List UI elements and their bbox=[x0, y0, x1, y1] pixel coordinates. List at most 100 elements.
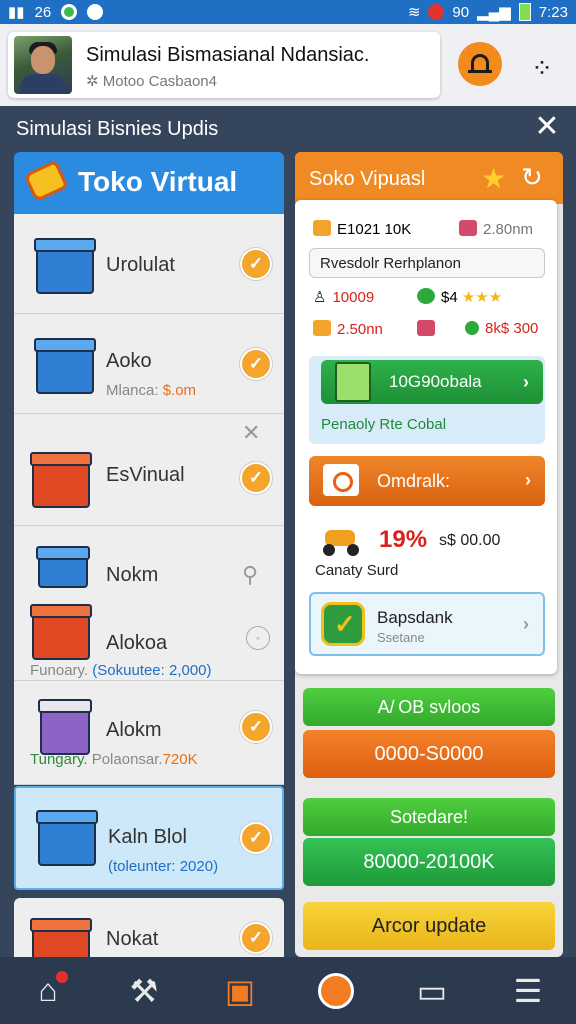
item-name: Alokm bbox=[106, 719, 162, 741]
alarm-icon bbox=[428, 4, 445, 20]
box-icon bbox=[36, 810, 98, 866]
wrench-icon: ⚒ bbox=[129, 972, 159, 1009]
stat-rating: $4 ★★★ bbox=[417, 288, 502, 306]
boost-section: 10G90obala › Penaoly Rte Cobal bbox=[309, 356, 545, 444]
stat-customers: ♙ 10009 bbox=[313, 289, 375, 306]
stat-box bbox=[417, 320, 441, 338]
box-icon bbox=[38, 699, 92, 755]
store-list[interactable]: Urolulat ✓ Aoko Mlanca: $.om ✓ EsVinual … bbox=[14, 214, 284, 957]
home-icon: ⌂ bbox=[38, 972, 58, 1008]
list-item[interactable]: Nokat ✓ bbox=[14, 898, 284, 957]
item-name: Urolulat bbox=[106, 254, 175, 276]
pin-icon[interactable]: ⚲ bbox=[242, 562, 258, 588]
store-panel: Toko Virtual Urolulat ✓ Aoko Mlanca: $.o… bbox=[14, 152, 284, 957]
item-name: Nokm bbox=[106, 564, 159, 586]
status-time: 7:23 bbox=[538, 3, 568, 21]
box-icon: ▣ bbox=[224, 972, 256, 1009]
check-icon[interactable]: ✓ bbox=[240, 822, 272, 854]
tools-button[interactable]: ⚒ bbox=[116, 963, 172, 1019]
box-icon bbox=[36, 546, 90, 588]
item-name: EsVinual bbox=[106, 464, 185, 486]
panel-title: Simulasi Bisnies Updis bbox=[16, 118, 219, 140]
store-header: Toko Virtual bbox=[14, 152, 284, 214]
refresh-icon[interactable]: ↻ bbox=[521, 162, 543, 193]
list-item-selected[interactable]: Kaln Blol (toleunter: 2020) ✓ bbox=[14, 786, 284, 890]
tag-icon bbox=[323, 464, 359, 496]
cost-button[interactable]: 0000-S0000 bbox=[303, 730, 555, 778]
status-left-text: 26 bbox=[34, 3, 52, 21]
status-button[interactable]: Sotedare! bbox=[303, 798, 555, 836]
badge-card[interactable]: Bapsdank Ssetane › bbox=[309, 592, 545, 656]
battery-percent: 90 bbox=[452, 3, 470, 21]
stat-cash: 2.50nn bbox=[313, 320, 383, 338]
check-icon[interactable]: ✓ bbox=[240, 348, 272, 380]
item-subtitle: Funoary. (Sokuutee: 2,000) bbox=[30, 662, 212, 679]
target-button[interactable] bbox=[308, 963, 364, 1019]
profit-icon bbox=[465, 321, 479, 335]
boost-button[interactable]: 10G90obala › bbox=[321, 360, 543, 404]
check-icon[interactable]: ✓ bbox=[240, 462, 272, 494]
chevron-right-icon: › bbox=[525, 470, 531, 490]
box-icon bbox=[34, 338, 96, 394]
signal-icon: ▂▄▆ bbox=[477, 4, 511, 21]
list-item[interactable]: Urolulat ✓ bbox=[14, 214, 284, 314]
list-button[interactable]: ☰ bbox=[500, 963, 556, 1019]
detail-header: Soko Vipuasl ★ ↻ bbox=[295, 152, 563, 204]
avatar[interactable] bbox=[14, 36, 72, 94]
update-button[interactable]: Arcor update bbox=[303, 902, 555, 950]
box-icon bbox=[30, 604, 92, 660]
item-name: Kaln Blol bbox=[108, 826, 187, 848]
check-icon[interactable]: ✓ bbox=[240, 711, 272, 743]
bottom-nav: ⌂ ⚒ ▣ ▭ ☰ bbox=[0, 957, 576, 1024]
notification-button[interactable] bbox=[458, 42, 502, 86]
notification-badge bbox=[56, 970, 68, 983]
list-item[interactable]: Aoko Mlanca: $.om ✓ bbox=[14, 314, 284, 414]
item-subtitle: Mlanca: $.om bbox=[106, 382, 197, 399]
item-name: Aoko bbox=[106, 350, 152, 372]
star-icon[interactable]: ★ bbox=[481, 162, 506, 195]
promo-caption: Canaty Surd bbox=[315, 562, 399, 579]
item-subtitle: (toleunter: 2020) bbox=[108, 858, 219, 875]
app-notification-icon bbox=[61, 4, 78, 20]
check-icon[interactable]: ✓ bbox=[240, 248, 272, 280]
badge-icon bbox=[321, 602, 365, 646]
profile-subtitle: ✲ Motoo Casbaon4 bbox=[86, 73, 217, 90]
check-icon[interactable]: ✓ bbox=[240, 922, 272, 954]
close-icon[interactable]: ✕ bbox=[242, 420, 260, 446]
upgrade-button[interactable]: A/ OB svloos bbox=[303, 688, 555, 726]
wallet-icon bbox=[417, 320, 435, 336]
target-icon bbox=[318, 972, 354, 1009]
detail-title: Soko Vipuasl bbox=[309, 168, 426, 190]
store-title: Toko Virtual bbox=[78, 166, 238, 197]
promo-row: 19% s$ 00.00 Canaty Surd bbox=[309, 522, 545, 582]
item-subtitle: Tungary. Polaonsar.720K bbox=[30, 751, 198, 768]
chat-icon: ▭ bbox=[416, 972, 448, 1009]
detail-panel: Soko Vipuasl ★ ↻ E1021 10K 2.80nm Rvesdo… bbox=[295, 152, 563, 957]
list-item[interactable]: Nokm ⚲ Alokoa Funoary. (Sokuutee: 2,000)… bbox=[14, 526, 284, 681]
tag-icon bbox=[23, 159, 69, 203]
profile-card[interactable]: Simulasi Bismasianal Ndansiac. ✲ Motoo C… bbox=[8, 32, 440, 98]
document-icon bbox=[335, 362, 371, 402]
radio-icon[interactable]: ◦ bbox=[246, 626, 270, 650]
chart-icon: ▮▮ bbox=[8, 4, 25, 21]
status-bar: ▮▮ 26 ≋ 90 ▂▄▆ 7:23 bbox=[0, 0, 576, 24]
list-item[interactable]: Alokm Tungary. Polaonsar.720K ✓ bbox=[14, 681, 284, 785]
box-icon bbox=[30, 918, 92, 957]
menu-dots-button[interactable]: ⁘ bbox=[522, 48, 562, 88]
list-item[interactable]: EsVinual ✕ ✓ bbox=[14, 414, 284, 526]
detail-card: E1021 10K 2.80nm Rvesdolr Rerhplanon ♙ 10… bbox=[295, 200, 557, 674]
close-button[interactable]: ✕ bbox=[530, 110, 564, 144]
item-name: Alokoa bbox=[106, 632, 168, 654]
store-button[interactable]: ▣ bbox=[212, 963, 268, 1019]
promo-percent: 19% bbox=[379, 526, 428, 553]
range-button[interactable]: 80000-20100K bbox=[303, 838, 555, 886]
stat-profit: 8k$ 300 bbox=[465, 320, 538, 337]
messages-button[interactable]: ▭ bbox=[404, 963, 460, 1019]
bag-icon bbox=[459, 220, 477, 236]
profile-title: Simulasi Bismasianal Ndansiac. bbox=[86, 44, 370, 66]
whatsapp-icon bbox=[87, 4, 104, 20]
home-button[interactable]: ⌂ bbox=[20, 963, 76, 1019]
order-button[interactable]: Omdralk: › bbox=[309, 456, 545, 506]
search-input[interactable]: Rvesdolr Rerhplanon bbox=[309, 248, 545, 278]
box-icon bbox=[30, 452, 92, 508]
